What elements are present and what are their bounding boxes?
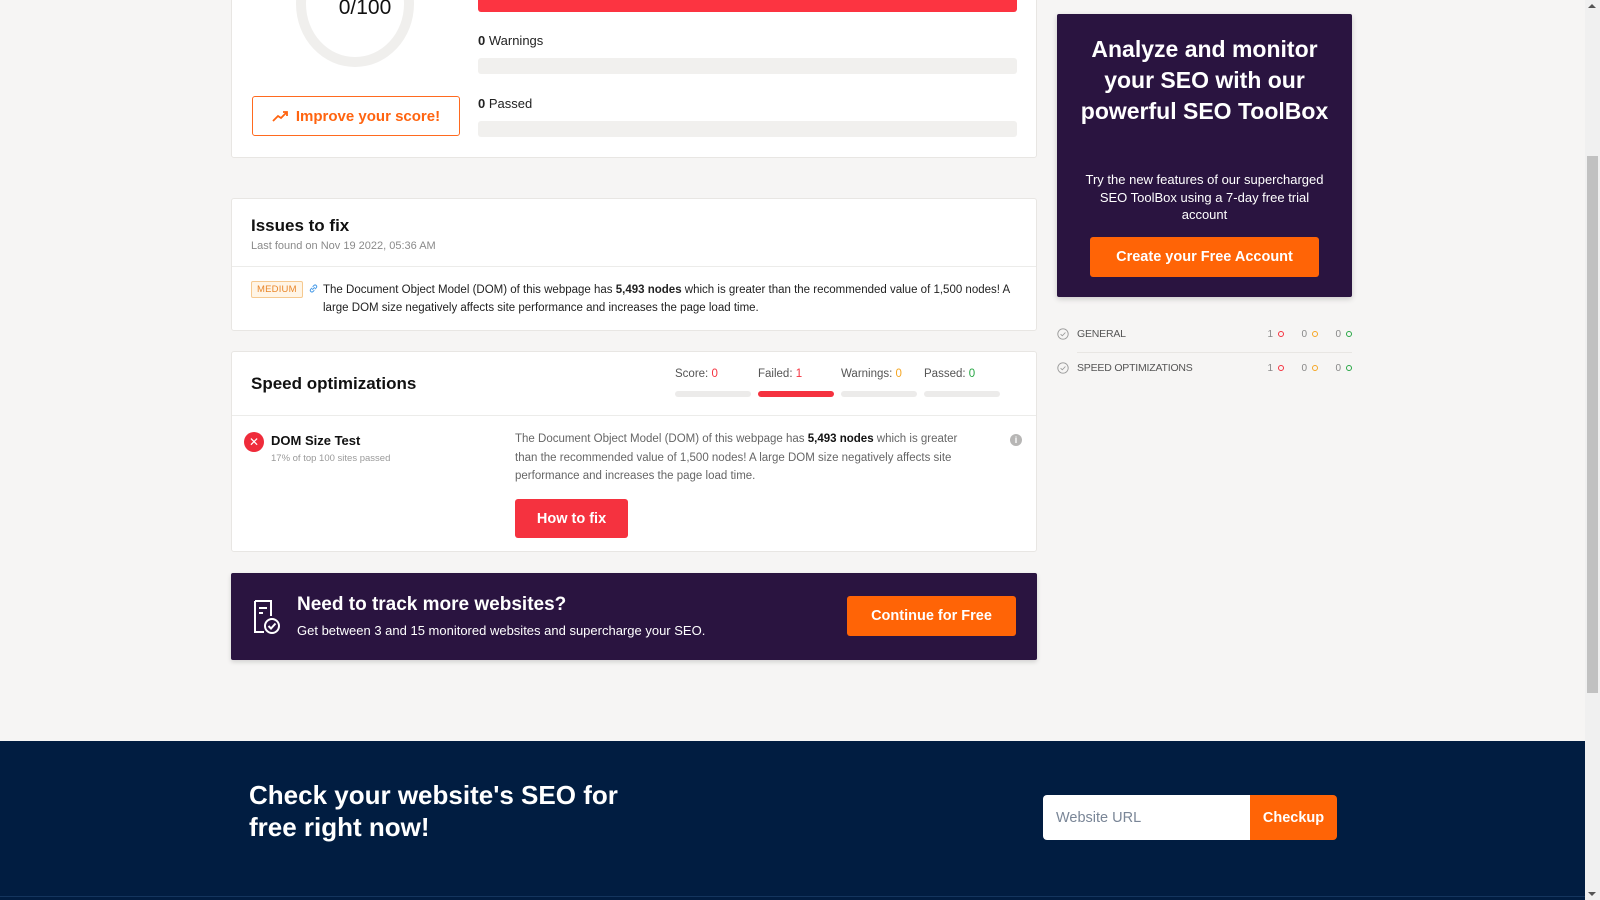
speed-stat-value: 0	[711, 368, 718, 380]
speed-stat-value: 0	[895, 368, 902, 380]
summary-label: GENERAL	[1077, 328, 1126, 340]
summary-row-general[interactable]: GENERAL 1 0 0	[1057, 317, 1352, 351]
track-more-websites-banner: Need to track more websites? Get between…	[231, 573, 1037, 660]
failed-count: 1	[1250, 329, 1284, 340]
issue-node-count: 5,493 nodes	[615, 284, 682, 296]
summary-label: SPEED OPTIMIZATIONS	[1077, 362, 1193, 374]
how-to-fix-button[interactable]: How to fix	[515, 499, 628, 538]
failed-x-icon: ✕	[244, 432, 264, 452]
footer-title: Check your website's SEO for free right …	[249, 780, 618, 842]
check-circle-icon	[1057, 328, 1069, 340]
passed-ring-icon	[1346, 331, 1352, 337]
issues-title: Issues to fix	[251, 216, 350, 235]
test-node-count: 5,493 nodes	[807, 433, 874, 445]
speed-stat-label: Score:	[675, 368, 712, 380]
scrollbar-thumb[interactable]	[1587, 156, 1598, 693]
summary-row-speed-optimizations[interactable]: SPEED OPTIMIZATIONS 1 0 0	[1057, 351, 1352, 385]
website-url-input[interactable]	[1043, 795, 1250, 840]
test-desc-part: The Document Object Model (DOM) of this …	[515, 433, 808, 445]
test-subtitle: 17% of top 100 sites passed	[271, 453, 391, 464]
create-free-account-button[interactable]: Create your Free Account	[1090, 237, 1319, 277]
passed-count-value: 0	[1335, 328, 1341, 340]
passed-count: 0	[478, 96, 486, 111]
warnings-count-value: 0	[1301, 328, 1307, 340]
speed-stat-value: 1	[795, 368, 803, 380]
passed-metric: 0 Passed	[478, 96, 532, 111]
continue-for-free-button[interactable]: Continue for Free	[847, 596, 1016, 636]
document-check-icon	[254, 600, 280, 634]
warnings-count-value: 0	[1301, 362, 1307, 374]
speed-stat-value: 0	[968, 368, 976, 380]
failed-progress-bar	[478, 0, 1017, 12]
passed-count: 0	[1318, 363, 1352, 374]
speed-stat-bar	[841, 391, 917, 397]
divider	[0, 896, 1585, 897]
seo-score-value: 0/100	[338, 0, 392, 19]
speed-stat-label: Failed:	[758, 368, 796, 380]
speed-stat-label: Passed:	[924, 368, 969, 380]
passed-ring-icon	[1346, 365, 1352, 371]
passed-progress-bar	[478, 121, 1017, 137]
issues-last-found: Last found on Nov 19 2022, 05:36 AM	[251, 240, 436, 252]
failed-count-value: 1	[1267, 362, 1273, 374]
summary-counts: 1 0 0	[1250, 329, 1352, 340]
check-circle-icon	[1057, 362, 1069, 374]
warnings-metric: 0 Warnings	[478, 33, 543, 48]
test-description: The Document Object Model (DOM) of this …	[515, 430, 975, 486]
footer-cta: Check your website's SEO for free right …	[0, 741, 1585, 900]
issue-description: The Document Object Model (DOM) of this …	[323, 281, 1023, 317]
scroll-down-arrow-icon[interactable]	[1588, 892, 1596, 896]
link-icon[interactable]	[308, 283, 319, 294]
seo-toolbox-promo: Analyze and monitor your SEO with our po…	[1057, 14, 1352, 297]
passed-count: 0	[1318, 329, 1352, 340]
seo-score-gauge: SEO Score 0/100	[296, 0, 414, 67]
improve-score-label: Improve your score!	[295, 107, 441, 125]
improve-score-button[interactable]: Improve your score!	[252, 96, 460, 136]
issue-text-part: The Document Object Model (DOM) of this …	[323, 284, 616, 296]
summary-counts: 1 0 0	[1250, 363, 1352, 374]
speed-stat-bar	[758, 391, 834, 397]
severity-badge: MEDIUM	[251, 281, 303, 298]
track-banner-title: Need to track more websites?	[297, 594, 567, 615]
warnings-count: 0	[1284, 329, 1318, 340]
promo-subtitle: Try the new features of our supercharged…	[1085, 172, 1324, 222]
issues-card: Issues to fix Last found on Nov 19 2022,…	[231, 198, 1037, 331]
divider	[232, 266, 1036, 267]
speed-title: Speed optimizations	[251, 374, 417, 393]
warnings-label: Warnings	[488, 33, 544, 48]
speed-optimizations-card: Speed optimizations Score: 0 Failed: 1 War…	[231, 351, 1037, 552]
warnings-count: 0	[1284, 363, 1318, 374]
checkup-button[interactable]: Checkup	[1250, 795, 1337, 840]
promo-title: Analyze and monitor your SEO with our po…	[1080, 36, 1329, 124]
failed-count: 1	[1250, 363, 1284, 374]
failed-count-value: 1	[1267, 328, 1273, 340]
divider	[232, 415, 1036, 416]
passed-label: Passed	[488, 96, 533, 111]
speed-stat-label: Warnings:	[841, 368, 896, 380]
warnings-count: 0	[478, 33, 486, 48]
page-scrollbar[interactable]	[1585, 0, 1600, 900]
score-card: SEO Score 0/100 Improve your score! 0 Wa…	[231, 0, 1037, 158]
trending-up-icon	[272, 111, 288, 122]
speed-stat-warnings[interactable]: Warnings: 0	[841, 368, 919, 397]
speed-stat-score[interactable]: Score: 0	[675, 368, 753, 397]
divider	[1077, 352, 1352, 353]
speed-stat-bar	[675, 391, 751, 397]
scroll-up-arrow-icon[interactable]	[1588, 4, 1596, 8]
speed-stat-bar	[924, 391, 1000, 397]
info-icon[interactable]: i	[1010, 434, 1022, 446]
track-banner-subtitle: Get between 3 and 15 monitored websites …	[297, 623, 706, 638]
speed-stat-passed[interactable]: Passed: 0	[924, 368, 1002, 397]
passed-count-value: 0	[1335, 362, 1341, 374]
warnings-progress-bar	[478, 58, 1017, 74]
speed-stat-failed[interactable]: Failed: 1	[758, 368, 836, 397]
test-name: DOM Size Test	[271, 433, 361, 448]
